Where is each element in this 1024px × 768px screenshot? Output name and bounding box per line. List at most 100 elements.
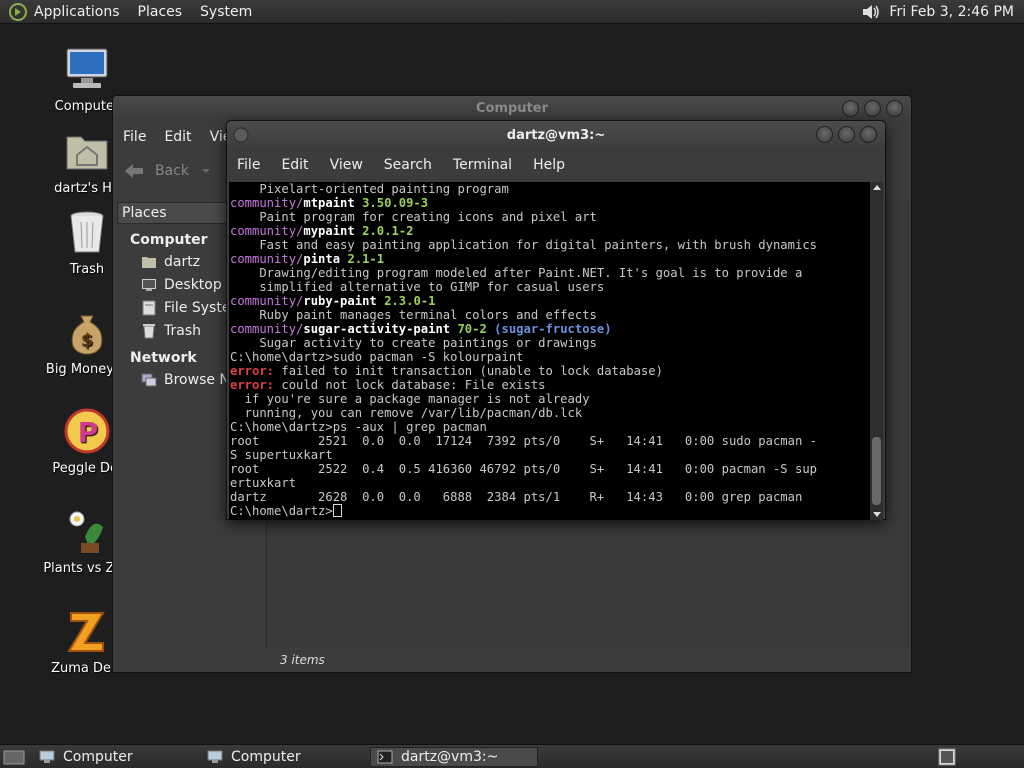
back-label: Back: [155, 163, 189, 179]
terminal-line: root 2521 0.0 0.0 17124 7392 pts/0 S+ 14…: [230, 434, 870, 448]
status-bar: 3 items: [266, 648, 911, 672]
close-button[interactable]: [886, 100, 903, 117]
terminal-line: error: failed to init transaction (unabl…: [230, 364, 870, 378]
terminal-text: Fast and easy painting application for d…: [230, 238, 817, 252]
network-icon: [141, 373, 157, 386]
taskbar-item-label: dartz@vm3:~: [401, 749, 499, 765]
show-desktop-icon[interactable]: [3, 748, 25, 766]
bottom-panel: Computer Computer dartz@vm3:~: [0, 744, 1024, 768]
terminal-text: C:\home\dartz>sudo pacman -S kolourpaint: [230, 350, 524, 364]
terminal-line: community/mtpaint 3.50.09-3: [230, 196, 870, 210]
sidebar-item-label: Desktop: [164, 276, 222, 293]
sidebar-item-label: dartz: [164, 253, 201, 270]
trash-icon: [143, 323, 155, 338]
terminal-icon: [377, 750, 393, 764]
terminal-line: if you're sure a package manager is not …: [230, 392, 870, 406]
terminal-window: dartz@vm3:~ File Edit View Search Termin…: [226, 120, 886, 520]
minimize-button[interactable]: [842, 100, 859, 117]
terminal-output[interactable]: Pixelart-oriented painting program commun…: [229, 182, 870, 520]
menu-search[interactable]: Search: [384, 157, 432, 173]
menu-file[interactable]: File: [123, 129, 146, 145]
file-manager-title: Computer: [475, 101, 549, 116]
terminal-line: C:\home\dartz>ps -aux | grep pacman: [230, 420, 870, 434]
close-button[interactable]: [860, 126, 877, 143]
svg-text:$: $: [81, 330, 94, 351]
applications-menu[interactable]: Applications: [34, 4, 120, 20]
minimize-button[interactable]: [816, 126, 833, 143]
menu-edit[interactable]: Edit: [281, 157, 308, 173]
chevron-down-icon[interactable]: [201, 167, 211, 175]
clock[interactable]: Fri Feb 3, 2:46 PM: [889, 4, 1014, 20]
terminal-text: simplified alternative to GIMP for casua…: [230, 280, 605, 294]
package-name: mypaint: [303, 224, 355, 238]
terminal-line: C:\home\dartz>sudo pacman -S kolourpaint: [230, 350, 870, 364]
terminal-titlebar[interactable]: dartz@vm3:~: [227, 121, 885, 149]
terminal-text: S supertuxkart: [230, 448, 333, 462]
maximize-button[interactable]: [838, 126, 855, 143]
package-version: 2.1-1: [347, 252, 385, 266]
terminal-text: root 2522 0.4 0.5 416360 46792 pts/0 S+ …: [230, 462, 817, 476]
taskbar-item-label: Computer: [63, 749, 133, 765]
terminal-line: C:\home\dartz>: [230, 504, 870, 518]
drive-icon: [142, 300, 156, 315]
menu-edit[interactable]: Edit: [164, 129, 191, 145]
terminal-text: C:\home\dartz>: [230, 504, 333, 518]
maximize-button[interactable]: [864, 100, 881, 117]
volume-icon[interactable]: [861, 3, 881, 21]
scroll-down-icon[interactable]: [873, 512, 881, 517]
terminal-text: ertuxkart: [230, 476, 297, 490]
repo-name: community/: [230, 322, 304, 336]
terminal-menubar: File Edit View Search Terminal Help: [227, 149, 885, 181]
terminal-line: community/sugar-activity-paint 70-2 (sug…: [230, 322, 870, 336]
computer-icon: [39, 750, 55, 763]
terminal-line: Pixelart-oriented painting program: [230, 182, 870, 196]
terminal-line: Fast and easy painting application for d…: [230, 238, 870, 252]
terminal-line: error: could not lock database: File exi…: [230, 378, 870, 392]
taskbar-item-terminal[interactable]: dartz@vm3:~: [370, 747, 538, 767]
scroll-up-icon[interactable]: [873, 185, 881, 190]
terminal-line: running, you can remove /var/lib/pacman/…: [230, 406, 870, 420]
package-version: 2.3.0-1: [384, 294, 436, 308]
back-button[interactable]: Back: [123, 162, 211, 180]
package-name: ruby-paint: [303, 294, 377, 308]
terminal-line: Drawing/editing program modeled after Pa…: [230, 266, 870, 280]
terminal-text: dartz 2628 0.0 0.0 6888 2384 pts/1 R+ 14…: [230, 490, 803, 504]
terminal-line: Paint program for creating icons and pix…: [230, 210, 870, 224]
terminal-scrollbar[interactable]: [870, 182, 883, 520]
terminal-line: dartz 2628 0.0 0.0 6888 2384 pts/1 R+ 14…: [230, 490, 870, 504]
home-folder-icon: [66, 136, 108, 170]
terminal-text: C:\home\dartz>ps -aux | grep pacman: [230, 420, 487, 434]
file-manager-titlebar[interactable]: Computer: [113, 96, 911, 122]
places-menu[interactable]: Places: [138, 4, 183, 20]
sidebar-item-label: Trash: [164, 322, 201, 339]
taskbar-item-computer-1[interactable]: Computer: [33, 747, 193, 767]
terminal-text: Sugar activity to create paintings or dr…: [230, 336, 597, 350]
workspace-switcher-icon[interactable]: [938, 748, 956, 766]
menu-view[interactable]: View: [330, 157, 363, 173]
menu-file[interactable]: File: [237, 157, 260, 173]
terminal-text: Ruby paint manages terminal colors and e…: [230, 308, 597, 322]
terminal-text: Paint program for creating icons and pix…: [230, 210, 597, 224]
terminal-text: running, you can remove /var/lib/pacman/…: [230, 406, 583, 420]
menu-terminal[interactable]: Terminal: [453, 157, 512, 173]
system-menu[interactable]: System: [200, 4, 252, 20]
distro-logo-icon[interactable]: [8, 2, 28, 22]
terminal-line: community/mypaint 2.0.1-2: [230, 224, 870, 238]
terminal-text: could not lock database: File exists: [274, 378, 546, 392]
package-version: 3.50.09-3: [362, 196, 429, 210]
terminal-line: root 2522 0.4 0.5 416360 46792 pts/0 S+ …: [230, 462, 870, 476]
menu-help[interactable]: Help: [533, 157, 565, 173]
package-name: pinta: [303, 252, 341, 266]
scrollbar-thumb[interactable]: [872, 437, 881, 505]
computer-icon: [66, 48, 108, 88]
terminal-line: Sugar activity to create paintings or dr…: [230, 336, 870, 350]
top-panel: Applications Places System Fri Feb 3, 2:…: [0, 0, 1024, 24]
terminal-text: if you're sure a package manager is not …: [230, 392, 590, 406]
taskbar-item-computer-2[interactable]: Computer: [201, 747, 361, 767]
terminal-line: S supertuxkart: [230, 448, 870, 462]
desktop-icon: [142, 278, 156, 291]
zuma-icon: [67, 612, 105, 652]
